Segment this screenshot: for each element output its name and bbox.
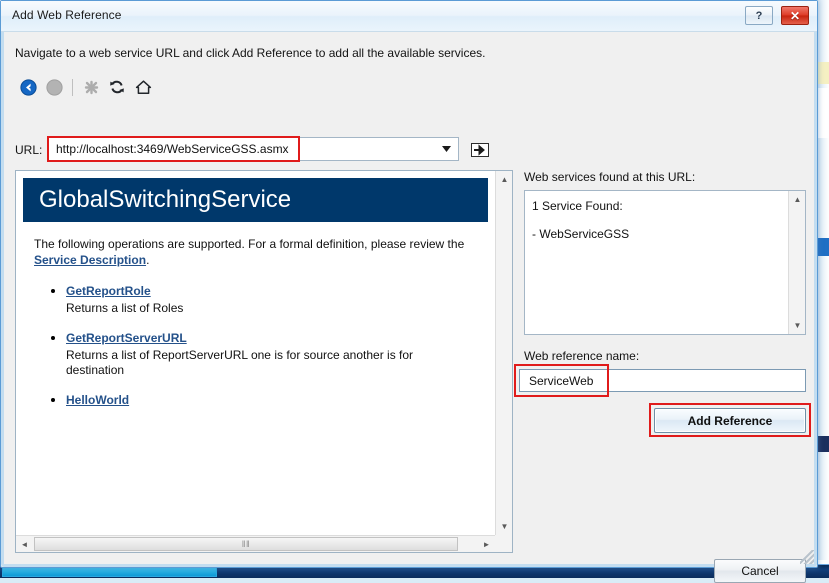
navigation-toolbar — [15, 74, 156, 100]
scrollbar-corner — [495, 535, 512, 552]
go-icon[interactable] — [470, 142, 490, 158]
instruction-text: Navigate to a web service URL and click … — [15, 46, 485, 60]
reference-name-input[interactable]: ServiceWeb — [519, 369, 806, 392]
window-title: Add Web Reference — [12, 8, 122, 22]
desktop-background: Add Web Reference ? ✕ Navigate to a web … — [0, 0, 829, 578]
toolbar-separator — [72, 79, 73, 96]
services-found-content: 1 Service Found: - WebServiceGSS — [525, 191, 790, 334]
service-intro: The following operations are supported. … — [34, 236, 477, 268]
title-bar[interactable]: Add Web Reference ? ✕ — [1, 1, 817, 32]
list-item: GetReportRole Returns a list of Roles — [66, 282, 495, 316]
service-description-link[interactable]: Service Description — [34, 252, 146, 268]
add-reference-button[interactable]: Add Reference — [654, 408, 806, 433]
refresh-icon[interactable] — [104, 75, 130, 99]
url-input-value[interactable]: http://localhost:3469/WebServiceGSS.asmx — [56, 142, 289, 156]
operation-desc-0: Returns a list of Roles — [66, 301, 466, 316]
list-item[interactable]: - WebServiceGSS — [532, 227, 790, 241]
reference-name-value[interactable]: ServiceWeb — [529, 374, 593, 388]
home-icon[interactable] — [130, 75, 156, 99]
back-icon[interactable] — [15, 75, 41, 99]
scroll-down-icon[interactable]: ▼ — [789, 317, 806, 334]
operation-link-1[interactable]: GetReportServerURL — [66, 331, 187, 345]
stop-icon — [78, 75, 104, 99]
url-combobox[interactable]: http://localhost:3469/WebServiceGSS.asmx — [47, 137, 459, 161]
services-vertical-scrollbar[interactable]: ▲ ▼ — [788, 191, 805, 334]
operation-link-0[interactable]: GetReportRole — [66, 284, 151, 298]
reference-name-label: Web reference name: — [524, 349, 639, 363]
scroll-up-icon[interactable]: ▲ — [789, 191, 806, 208]
url-label: URL: — [15, 143, 42, 157]
operation-link-2[interactable]: HelloWorld — [66, 393, 129, 407]
list-item: HelloWorld — [66, 391, 495, 409]
operation-desc-1: Returns a list of ReportServerURL one is… — [66, 348, 466, 378]
horizontal-scroll-thumb[interactable]: ‖‖ — [34, 537, 458, 551]
add-web-reference-dialog: Add Web Reference ? ✕ Navigate to a web … — [0, 0, 818, 568]
cancel-button[interactable]: Cancel — [714, 559, 806, 583]
scroll-thumb-grip: ‖‖ — [242, 539, 250, 549]
forward-icon — [41, 75, 67, 99]
service-title: GlobalSwitchingService — [23, 186, 291, 214]
service-document: GlobalSwitchingService The following ope… — [16, 171, 495, 535]
browser-vertical-scrollbar[interactable]: ▲ ▼ — [495, 171, 512, 535]
scroll-down-icon[interactable]: ▼ — [496, 518, 513, 535]
dialog-body: Navigate to a web service URL and click … — [1, 32, 817, 567]
service-header: GlobalSwitchingService — [23, 178, 488, 222]
list-item: GetReportServerURL Returns a list of Rep… — [66, 329, 495, 378]
service-preview-panel: GlobalSwitchingService The following ope… — [15, 170, 513, 553]
services-found-label: Web services found at this URL: — [524, 170, 695, 184]
scroll-right-icon[interactable]: ► — [478, 536, 495, 553]
services-found-listbox[interactable]: 1 Service Found: - WebServiceGSS ▲ ▼ — [524, 190, 806, 335]
operations-list: GetReportRole Returns a list of Roles Ge… — [16, 282, 495, 409]
service-intro-suffix: . — [146, 253, 149, 267]
scroll-left-icon[interactable]: ◄ — [16, 536, 33, 553]
close-button[interactable]: ✕ — [781, 6, 809, 25]
help-button[interactable]: ? — [745, 6, 773, 25]
browser-horizontal-scrollbar[interactable]: ◄ ► ‖‖ — [16, 535, 495, 552]
services-found-summary: 1 Service Found: — [532, 199, 790, 213]
resize-grip[interactable] — [800, 550, 814, 564]
service-intro-prefix: The following operations are supported. … — [34, 237, 464, 251]
chevron-down-icon[interactable] — [437, 138, 455, 160]
scroll-up-icon[interactable]: ▲ — [496, 171, 513, 188]
